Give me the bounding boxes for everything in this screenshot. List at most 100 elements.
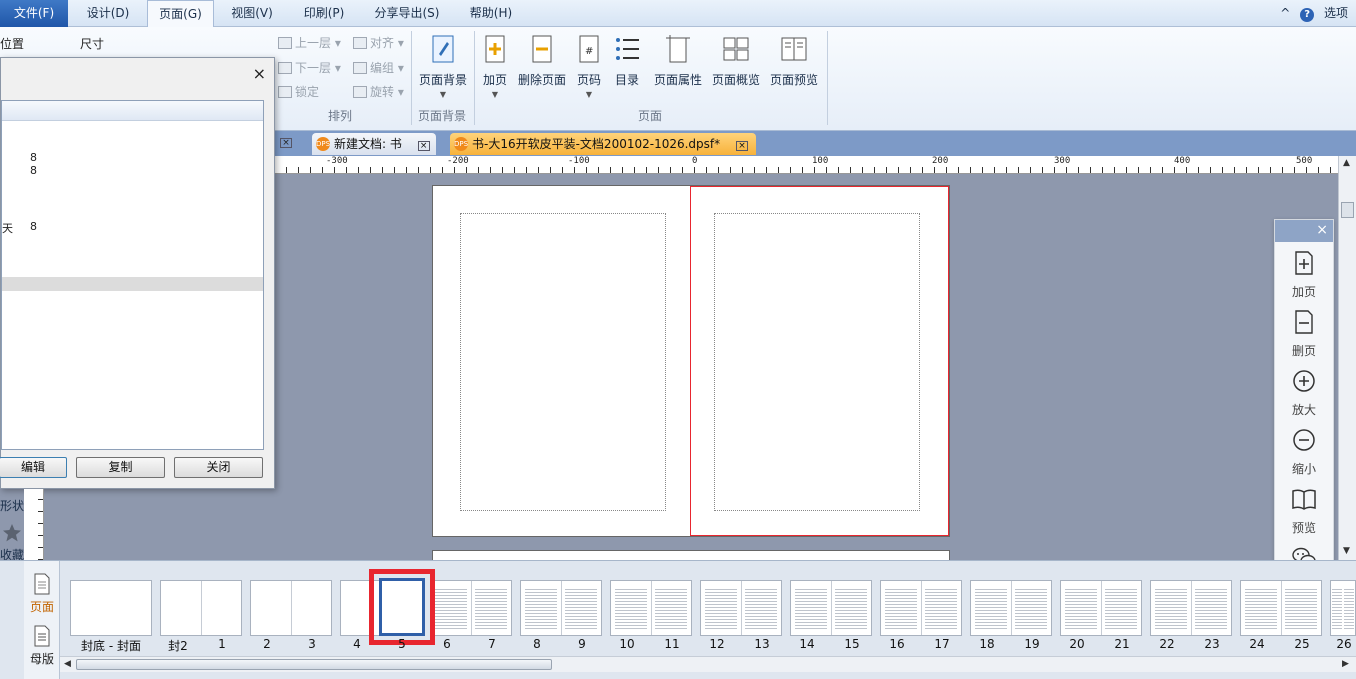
zoom-in-icon <box>1293 370 1315 392</box>
right-page-selection <box>690 186 949 536</box>
page-background-button[interactable]: 页面背景 ▼ <box>416 34 470 99</box>
close-icon[interactable]: × <box>280 138 292 148</box>
ruler-label: 0 <box>692 156 698 166</box>
ruler-ticks <box>274 167 1338 173</box>
thumbnail[interactable] <box>430 580 512 636</box>
tab-master[interactable]: 母版 <box>24 625 60 667</box>
down-layer-button[interactable]: 下一层 ▾ <box>278 58 341 78</box>
align-button[interactable]: 对齐 ▾ <box>353 33 404 53</box>
page-canvas[interactable] <box>274 174 1338 560</box>
menu-print[interactable]: 印刷(P) <box>293 0 355 27</box>
collapse-ribbon-icon[interactable]: ^ <box>1280 6 1290 20</box>
thumbnail[interactable] <box>970 580 1052 636</box>
group-icon <box>353 62 367 74</box>
page-spread[interactable] <box>432 185 950 537</box>
shape-tool[interactable]: 形状 <box>0 497 24 514</box>
selected-thumbnail-highlight[interactable] <box>369 569 435 645</box>
thumbnail-label: 20 <box>1069 637 1085 651</box>
list-item[interactable]: 天8 <box>2 220 37 236</box>
thumbnail-label: 4 <box>353 637 361 651</box>
thumbnail[interactable] <box>160 580 242 636</box>
thumbnail[interactable] <box>1330 580 1356 636</box>
thumbnail[interactable] <box>1240 580 1322 636</box>
thumbnail-cover[interactable] <box>70 580 152 636</box>
edit-button[interactable]: 编辑 <box>0 457 67 478</box>
menu-share-export[interactable]: 分享导出(S) <box>366 0 448 27</box>
thumbnail[interactable] <box>250 580 332 636</box>
menu-help[interactable]: 帮助(H) <box>460 0 522 27</box>
tab-current-document[interactable]: DPS 书-大16开软皮平装-文档200102-1026.dpsf* × <box>450 133 756 155</box>
vertical-scrollbar[interactable]: ▲ ▼ <box>1338 156 1356 560</box>
add-page-icon <box>1295 251 1313 275</box>
ruler-label: 300 <box>1054 156 1071 166</box>
menu-file[interactable]: 文件(F) <box>0 0 68 27</box>
close-icon[interactable]: × <box>417 141 430 151</box>
scrollbar-thumb[interactable] <box>76 659 552 670</box>
tab-pages[interactable]: 页面 <box>24 573 60 615</box>
panel-zoom-in-button[interactable]: 放大 <box>1275 368 1333 418</box>
thumbnail[interactable] <box>700 580 782 636</box>
dps-logo-icon: DPS <box>454 137 468 151</box>
panel-preview-button[interactable]: 预览 <box>1275 486 1333 536</box>
panel-add-page-button[interactable]: 加页 <box>1275 250 1333 300</box>
horizontal-ruler: -300 -200 -100 0 100 200 300 400 500 <box>274 156 1338 174</box>
toc-button[interactable]: 目录 <box>610 34 644 88</box>
panel-zoom-out-button[interactable]: 缩小 <box>1275 427 1333 477</box>
thumbnail-label: 2 <box>263 637 271 651</box>
close-icon[interactable]: × <box>735 141 748 151</box>
menu-design[interactable]: 设计(D) <box>76 0 140 27</box>
panel-header: × <box>1275 220 1333 242</box>
close-icon[interactable]: × <box>253 64 266 83</box>
close-icon[interactable]: × <box>1316 222 1328 238</box>
menu-bar: 文件(F) 设计(D) 页面(G) 视图(V) 印刷(P) 分享导出(S) 帮助… <box>0 0 1356 28</box>
thumbnail-label: 26 <box>1336 637 1352 651</box>
thumbnail[interactable] <box>1150 580 1232 636</box>
page-properties-button[interactable]: 页面属性 <box>652 34 704 88</box>
next-page-spread[interactable] <box>432 550 950 560</box>
dialog-list[interactable]: 8 8 天8 <box>1 100 264 450</box>
left-page-margin <box>460 213 666 511</box>
thumbnail[interactable] <box>880 580 962 636</box>
thumbnail[interactable] <box>790 580 872 636</box>
ruler-label: 400 <box>1174 156 1191 166</box>
page-icon <box>34 573 50 595</box>
menu-page[interactable]: 页面(G) <box>147 0 214 28</box>
up-layer-button[interactable]: 上一层 ▾ <box>278 33 341 53</box>
delete-page-button[interactable]: 删除页面 <box>516 34 568 88</box>
group-button[interactable]: 编组 ▾ <box>353 58 404 78</box>
toc-icon <box>616 38 639 60</box>
close-button[interactable]: 关闭 <box>174 457 263 478</box>
thumbnail-label: 13 <box>754 637 770 651</box>
page-preview-button[interactable]: 页面预览 <box>768 34 820 88</box>
scrollbar-thumb[interactable] <box>1341 202 1354 218</box>
page-number-button[interactable]: # 页码 ▼ <box>574 34 604 99</box>
tab-new-document[interactable]: DPS 新建文档: 书 × <box>312 133 436 155</box>
add-page-button[interactable]: 加页 ▼ <box>478 34 512 99</box>
copy-button[interactable]: 复制 <box>76 457 165 478</box>
page-overview-icon <box>723 37 749 61</box>
lock-button[interactable]: 锁定 <box>278 82 319 102</box>
scroll-right-icon[interactable]: ▶ <box>1342 659 1349 669</box>
scroll-up-icon[interactable]: ▲ <box>1343 158 1350 168</box>
thumbnail-label: 19 <box>1024 637 1040 651</box>
thumbnail-label: 7 <box>488 637 496 651</box>
thumbnail[interactable] <box>520 580 602 636</box>
up-layer-icon <box>278 37 292 49</box>
menu-view[interactable]: 视图(V) <box>222 0 282 27</box>
ruler-label: -100 <box>568 156 590 166</box>
rotate-button[interactable]: 旋转 ▾ <box>353 82 404 102</box>
scroll-down-icon[interactable]: ▼ <box>1343 546 1350 556</box>
ruler-label: 200 <box>932 156 949 166</box>
page-overview-button[interactable]: 页面概览 <box>710 34 762 88</box>
thumbnail-label: 14 <box>799 637 815 651</box>
position-label: 位置 <box>0 37 25 51</box>
horizontal-scrollbar[interactable]: ◀ ▶ <box>60 656 1356 672</box>
favorite-tool[interactable]: 收藏 <box>0 523 24 563</box>
scroll-left-icon[interactable]: ◀ <box>64 659 71 669</box>
panel-delete-page-button[interactable]: 删页 <box>1275 309 1333 359</box>
options-button[interactable]: 选项 <box>1324 6 1348 20</box>
thumbnail[interactable] <box>1060 580 1142 636</box>
thumbnail[interactable] <box>610 580 692 636</box>
help-icon[interactable]: ? <box>1300 8 1315 22</box>
dps-logo-icon: DPS <box>316 137 330 151</box>
